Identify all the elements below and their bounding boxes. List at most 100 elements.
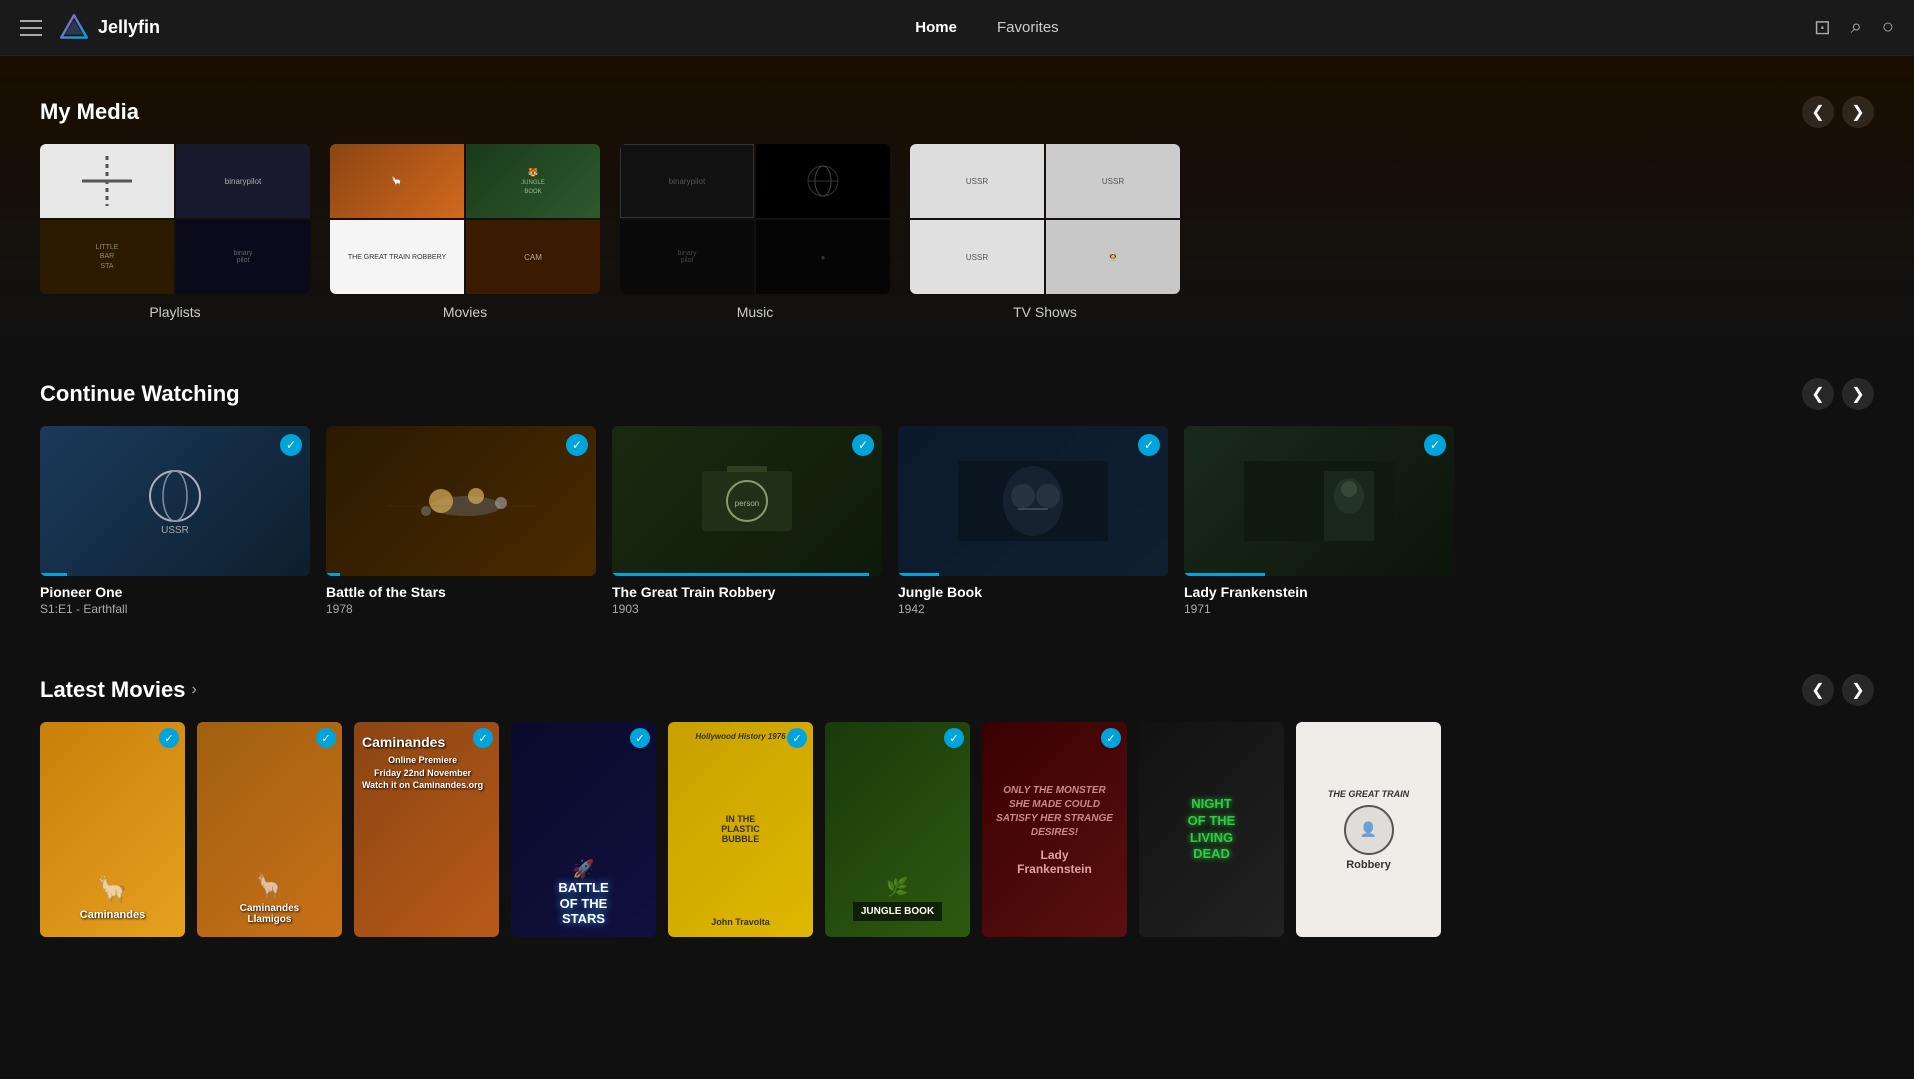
logo-text: Jellyfin: [98, 17, 160, 38]
lm-card-battle[interactable]: 🚀 BATTLEOF THESTARS ✓: [511, 722, 656, 937]
lm-prev[interactable]: ❮: [1802, 674, 1834, 706]
my-media-next[interactable]: ❯: [1842, 96, 1874, 128]
header: Jellyfin Home Favorites ⊡ ⌕ ○: [0, 0, 1914, 56]
media-card-playlists[interactable]: binarypilot LITTLEBARSTA binarypilot Pla…: [40, 144, 310, 320]
cw-thumb-pioneer: USSR ✓: [40, 426, 310, 576]
tv-label: TV Shows: [1013, 304, 1077, 320]
jungle-title: Jungle Book: [898, 584, 1168, 600]
lm-card-cam1[interactable]: 🦙 Caminandes ✓: [40, 722, 185, 937]
media-card-music[interactable]: binarypilot binarypilot ● Music: [620, 144, 890, 320]
playlist-thumb-3: LITTLEBARSTA: [40, 220, 174, 294]
lm-next[interactable]: ❯: [1842, 674, 1874, 706]
cast-icon[interactable]: ⊡: [1814, 15, 1831, 40]
lm-thumb-battle: 🚀 BATTLEOF THESTARS ✓: [511, 722, 656, 937]
movies-label: Movies: [443, 304, 487, 320]
my-media-row: binarypilot LITTLEBARSTA binarypilot Pla…: [40, 144, 1874, 320]
nav-home[interactable]: Home: [915, 19, 957, 36]
music-thumb-2: [756, 144, 890, 218]
music-thumb-4: ●: [756, 220, 890, 294]
cw-thumb-lady: ✓: [1184, 426, 1454, 576]
robbery-progress: [612, 573, 869, 576]
playlist-thumb-2: binarypilot: [176, 144, 310, 218]
cam3-check: ✓: [473, 728, 493, 748]
lm-card-cam2[interactable]: 🦙 CaminandesLlamigos ✓: [197, 722, 342, 937]
cam1-check: ✓: [159, 728, 179, 748]
music-grid: binarypilot binarypilot ●: [620, 144, 890, 294]
lady-check: ✓: [1424, 434, 1446, 456]
lm-thumb-cam3: Caminandes Online PremiereFriday 22nd No…: [354, 722, 499, 937]
my-media-prev[interactable]: ❮: [1802, 96, 1834, 128]
media-card-tv[interactable]: USSR USSR USSR 👩‍🚀 TV Shows: [910, 144, 1180, 320]
lm-card-robbery2[interactable]: THE GREAT TRAIN 👤 Robbery: [1296, 722, 1441, 937]
profile-icon[interactable]: ○: [1882, 16, 1894, 39]
cw-title: Continue Watching: [40, 381, 240, 407]
nav-favorites[interactable]: Favorites: [997, 19, 1059, 36]
lm-thumb-ladyfrank: ONLY THE MONSTERSHE MADE COULDSATISFY HE…: [982, 722, 1127, 937]
lm-card-bubble[interactable]: Hollywood History 1976 IN THEPLASTICBUBB…: [668, 722, 813, 937]
cw-prev[interactable]: ❮: [1802, 378, 1834, 410]
latest-movies-title-link[interactable]: Latest Movies ›: [40, 677, 197, 703]
lm-card-ladyfrank[interactable]: ONLY THE MONSTERSHE MADE COULDSATISFY HE…: [982, 722, 1127, 937]
lm-thumb-cam1: 🦙 Caminandes ✓: [40, 722, 185, 937]
cw-next[interactable]: ❯: [1842, 378, 1874, 410]
search-icon[interactable]: ⌕: [1851, 16, 1862, 39]
pioneer-title: Pioneer One: [40, 584, 310, 600]
tv-thumb-2: USSR: [1046, 144, 1180, 218]
lm-thumb-jungle2: 🌿 JUNGLE BOOK ✓: [825, 722, 970, 937]
jungle-sub: 1942: [898, 602, 1168, 616]
svg-text:USSR: USSR: [161, 525, 189, 536]
lady-progress: [1184, 573, 1265, 576]
cw-card-jungle[interactable]: ✓ Jungle Book 1942: [898, 426, 1168, 616]
cw-card-lady[interactable]: ✓ Lady Frankenstein 1971: [1184, 426, 1454, 616]
movies-grid: 🦙 🐯JUNGLEBOOK THE GREAT TRAIN ROBBERY CA…: [330, 144, 600, 294]
lm-card-jungle2[interactable]: 🌿 JUNGLE BOOK ✓: [825, 722, 970, 937]
main-nav: Home Favorites: [160, 19, 1814, 36]
stars-check: ✓: [566, 434, 588, 456]
media-card-movies[interactable]: 🦙 🐯JUNGLEBOOK THE GREAT TRAIN ROBBERY CA…: [330, 144, 600, 320]
my-media-section: My Media ❮ ❯ binarypilot LITTLEBARSTA: [0, 56, 1914, 330]
robbery-sub: 1903: [612, 602, 882, 616]
lm-header: Latest Movies › ❮ ❯: [40, 674, 1874, 706]
cw-card-pioneer[interactable]: USSR ✓ Pioneer One S1:E1 - Earthfall: [40, 426, 310, 616]
movie-thumb-2: 🐯JUNGLEBOOK: [466, 144, 600, 218]
cw-card-robbery[interactable]: person ✓ The Great Train Robbery 1903: [612, 426, 882, 616]
my-media-title: My Media: [40, 99, 139, 125]
tv-thumb-1: USSR: [910, 144, 1044, 218]
logo[interactable]: Jellyfin: [58, 12, 160, 44]
stars-progress: [326, 573, 340, 576]
playlists-grid: binarypilot LITTLEBARSTA binarypilot: [40, 144, 310, 294]
continue-watching-section: Continue Watching ❮ ❯ USSR: [0, 350, 1914, 626]
lm-card-cam3[interactable]: Caminandes Online PremiereFriday 22nd No…: [354, 722, 499, 937]
music-thumb-1: binarypilot: [620, 144, 754, 218]
lm-nav: ❮ ❯: [1802, 674, 1874, 706]
robbery-check: ✓: [852, 434, 874, 456]
playlist-thumb-1: [40, 144, 174, 218]
bubble-check: ✓: [787, 728, 807, 748]
logo-icon: [58, 12, 90, 44]
cw-card-stars[interactable]: ✓ Battle of the Stars 1978: [326, 426, 596, 616]
cw-row: USSR ✓ Pioneer One S1:E1 - Earthfall: [40, 426, 1874, 616]
lady-title: Lady Frankenstein: [1184, 584, 1454, 600]
music-thumb-3: binarypilot: [620, 220, 754, 294]
lm-thumb-bubble: Hollywood History 1976 IN THEPLASTICBUBB…: [668, 722, 813, 937]
pioneer-check: ✓: [280, 434, 302, 456]
ladyfrank-check: ✓: [1101, 728, 1121, 748]
pioneer-sub: S1:E1 - Earthfall: [40, 602, 310, 616]
tv-thumb-3: USSR: [910, 220, 1044, 294]
cw-thumb-stars: ✓: [326, 426, 596, 576]
stars-title: Battle of the Stars: [326, 584, 596, 600]
movie-thumb-1: 🦙: [330, 144, 464, 218]
menu-button[interactable]: [20, 20, 42, 36]
movie-thumb-4: CAM: [466, 220, 600, 294]
lady-sub: 1971: [1184, 602, 1454, 616]
cw-thumb-jungle: ✓: [898, 426, 1168, 576]
music-label: Music: [737, 304, 774, 320]
header-right: ⊡ ⌕ ○: [1814, 15, 1894, 40]
tv-thumb-4: 👩‍🚀: [1046, 220, 1180, 294]
playlist-thumb-4: binarypilot: [176, 220, 310, 294]
header-left: Jellyfin: [20, 12, 160, 44]
my-media-nav: ❮ ❯: [1802, 96, 1874, 128]
my-media-header: My Media ❮ ❯: [40, 96, 1874, 128]
lm-card-notld[interactable]: NIGHTOF THELIVINGDEAD: [1139, 722, 1284, 937]
tv-grid: USSR USSR USSR 👩‍🚀: [910, 144, 1180, 294]
